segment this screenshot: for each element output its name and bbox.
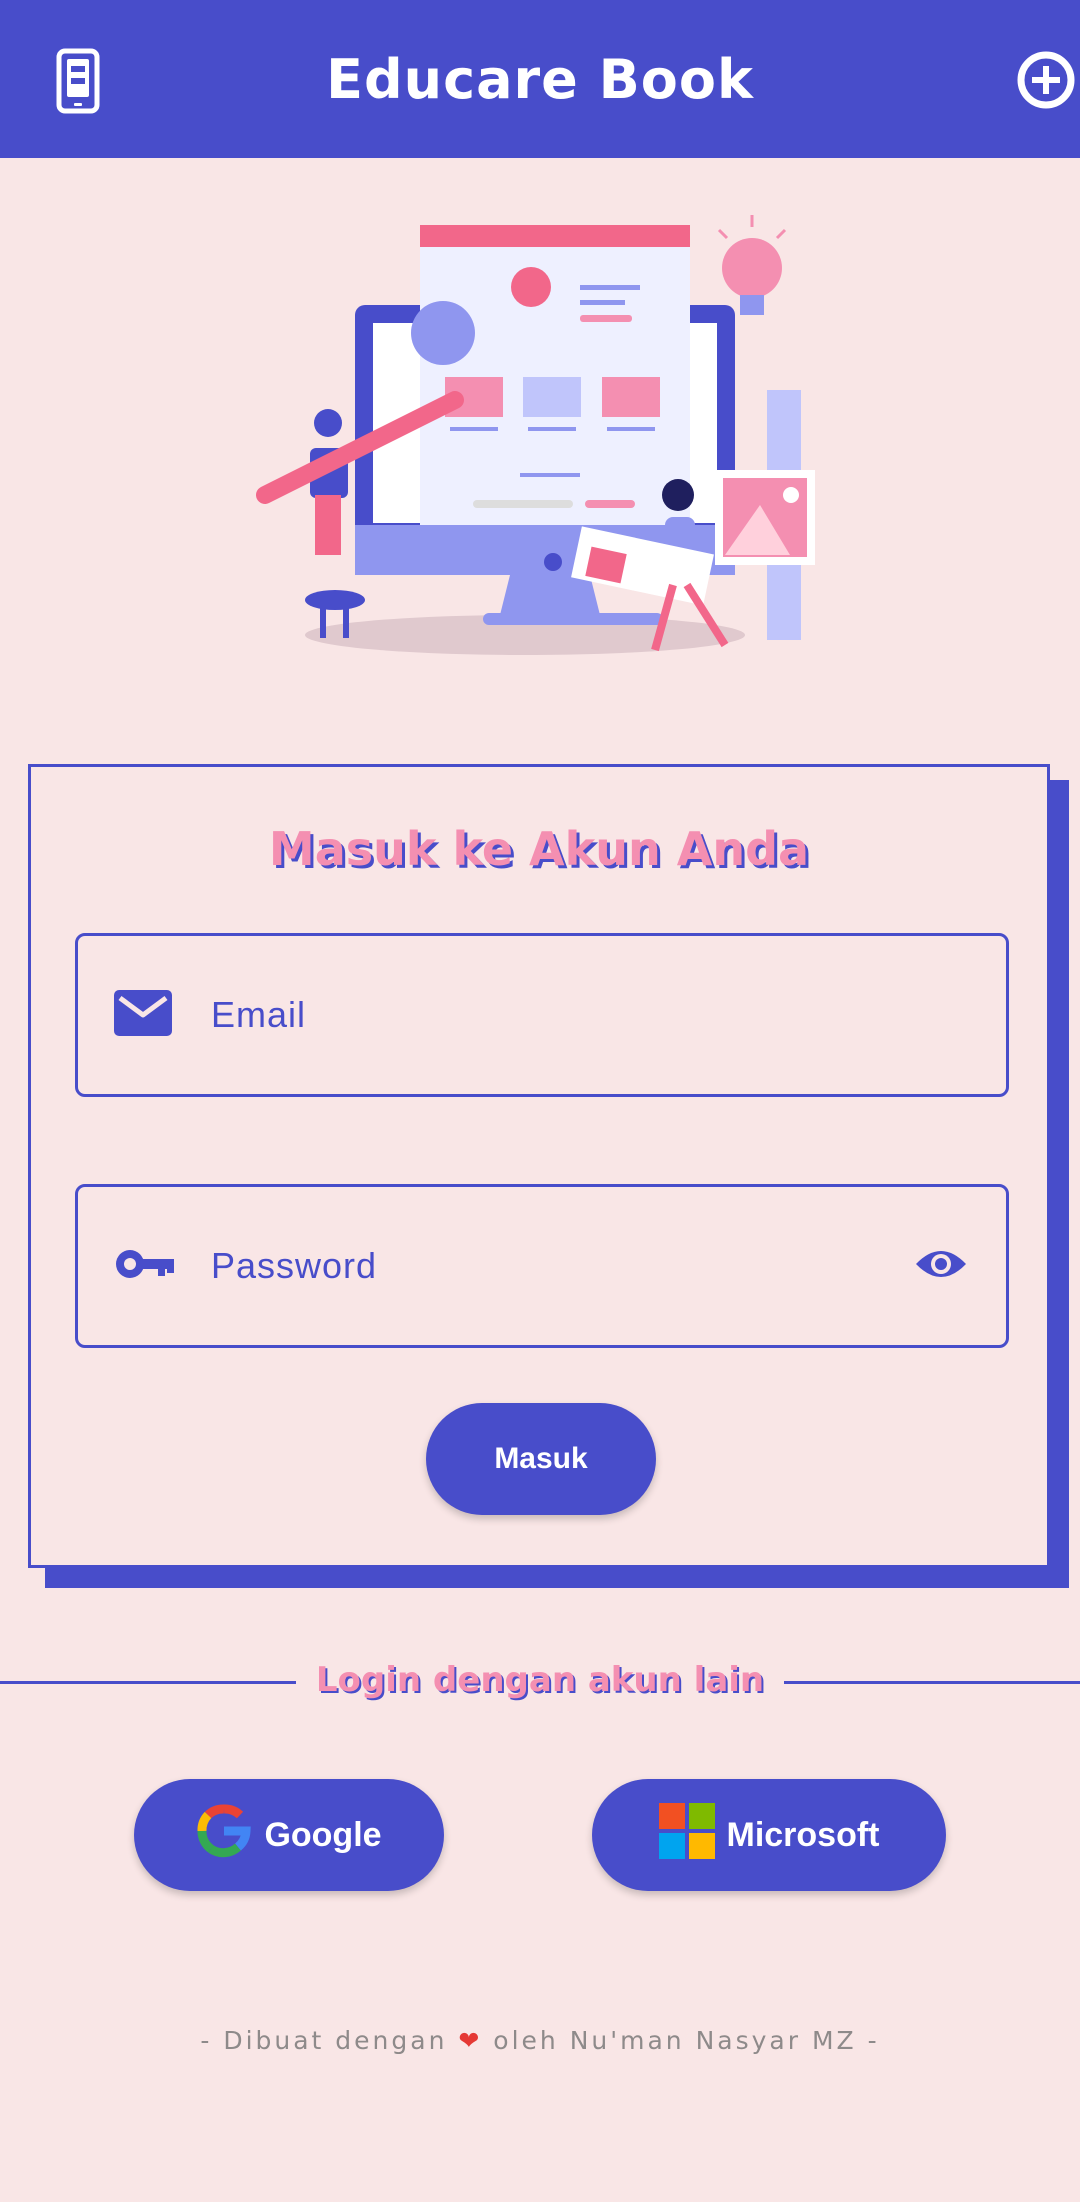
add-circle-icon[interactable] [1016, 50, 1080, 110]
login-button[interactable]: Masuk [426, 1403, 656, 1515]
microsoft-logo-icon [658, 1802, 715, 1868]
google-login-button[interactable]: Google [134, 1779, 444, 1891]
eye-icon[interactable] [914, 1246, 968, 1286]
email-field[interactable]: Email [75, 933, 1009, 1097]
mail-icon [114, 990, 172, 1040]
password-placeholder: Password [211, 1245, 378, 1286]
email-placeholder: Email [211, 994, 307, 1035]
google-label: Google [264, 1815, 382, 1854]
app-bar: Educare Book [0, 0, 1080, 158]
footer-credit: - Dibuat dengan ❤ oleh Nu'man Nasyar MZ … [0, 2026, 1080, 2055]
microsoft-login-button[interactable]: Microsoft [592, 1779, 946, 1891]
footer-prefix: - Dibuat dengan [200, 2026, 459, 2055]
book-phone-icon[interactable] [56, 48, 100, 114]
login-card: Masuk ke Akun Anda Email Password Masuk [28, 764, 1050, 1568]
key-icon [114, 1246, 176, 1286]
login-card-title: Masuk ke Akun Anda [268, 822, 810, 876]
microsoft-label: Microsoft [726, 1815, 880, 1854]
footer-suffix: oleh Nu'man Nasyar MZ - [482, 2026, 880, 2055]
alt-login-label: Login dengan akun lain [315, 1660, 765, 1700]
password-field[interactable]: Password [75, 1184, 1009, 1348]
heart-icon: ❤ [458, 2026, 483, 2055]
web-design-illustration [255, 205, 835, 675]
app-title: Educare Book [326, 47, 754, 111]
google-logo-icon [196, 1803, 252, 1868]
